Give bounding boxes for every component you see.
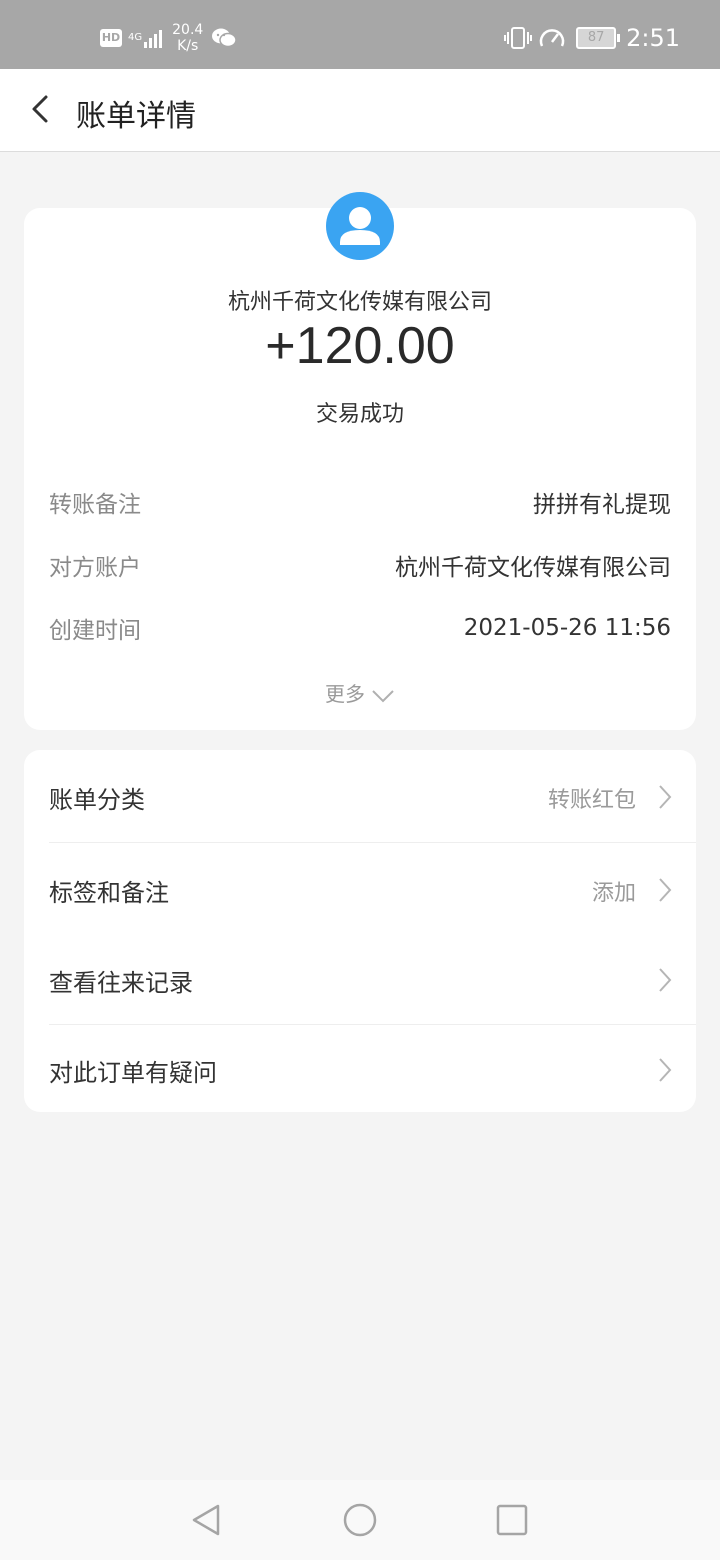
detail-label: 对方账户 xyxy=(49,555,141,581)
clock: 2:51 xyxy=(626,24,680,52)
detail-row-account: 对方账户 杭州千荷文化传媒有限公司 xyxy=(49,548,671,582)
menu-item-question[interactable]: 对此订单有疑问 xyxy=(24,1025,696,1112)
menu-item-label: 账单分类 xyxy=(49,786,145,814)
status-right: 87 2:51 xyxy=(504,24,680,52)
chevron-right-icon xyxy=(659,878,672,902)
transaction-card: 杭州千荷文化传媒有限公司 +120.00 交易成功 转账备注 拼拼有礼提现 对方… xyxy=(24,192,696,730)
network-speed: 20.4 K/s xyxy=(172,22,203,54)
detail-label: 创建时间 xyxy=(49,618,141,644)
menu-card: 账单分类 转账红包 标签和备注 添加 查看往来记录 对此订单有疑问 xyxy=(24,750,696,1112)
back-button[interactable] xyxy=(22,89,62,129)
detail-value: 杭州千荷文化传媒有限公司 xyxy=(395,555,671,581)
more-label: 更多 xyxy=(325,682,365,706)
chevron-right-icon xyxy=(659,1058,672,1082)
user-icon xyxy=(340,207,380,245)
transaction-status: 交易成功 xyxy=(315,402,404,427)
detail-row-time: 创建时间 2021-05-26 11:56 xyxy=(49,611,671,645)
menu-item-tags[interactable]: 标签和备注 添加 xyxy=(24,843,696,935)
menu-item-category[interactable]: 账单分类 转账红包 xyxy=(24,750,696,842)
amount: +120.00 xyxy=(265,317,455,375)
hd-badge: HD xyxy=(100,29,122,47)
detail-value: 2021-05-26 11:56 xyxy=(463,615,671,641)
nav-recents-icon[interactable] xyxy=(494,1502,530,1538)
avatar xyxy=(326,192,394,260)
wechat-icon xyxy=(212,28,238,48)
signal-icon xyxy=(144,28,164,48)
speed-unit: K/s xyxy=(177,38,199,54)
system-nav-bar xyxy=(0,1480,720,1560)
nav-back-icon[interactable] xyxy=(188,1502,224,1538)
page-title: 账单详情 xyxy=(76,99,196,134)
menu-item-label: 对此订单有疑问 xyxy=(49,1059,217,1087)
vibrate-icon xyxy=(504,27,533,49)
detail-label: 转账备注 xyxy=(49,492,141,518)
app-header: 账单详情 xyxy=(0,69,720,152)
merchant-name: 杭州千荷文化传媒有限公司 xyxy=(227,290,492,315)
speed-value: 20.4 xyxy=(172,22,204,38)
menu-item-value: 转账红包 xyxy=(547,788,636,813)
network-type: 4G xyxy=(128,32,143,43)
menu-item-value: 添加 xyxy=(591,881,636,906)
status-bar: HD 4G 20.4 K/s 87 2:51 xyxy=(0,0,720,69)
menu-item-label: 标签和备注 xyxy=(49,879,169,907)
chevron-right-icon xyxy=(659,785,672,809)
battery-indicator: 87 xyxy=(576,27,621,49)
menu-item-history[interactable]: 查看往来记录 xyxy=(24,935,696,1023)
status-left: HD 4G 20.4 K/s xyxy=(100,22,238,54)
chevron-right-icon xyxy=(659,968,672,992)
speedometer-icon xyxy=(539,29,565,47)
menu-item-label: 查看往来记录 xyxy=(49,969,193,997)
chevron-left-icon xyxy=(32,95,48,123)
chevron-down-icon xyxy=(372,689,394,702)
detail-value: 拼拼有礼提现 xyxy=(533,492,671,518)
detail-row-note: 转账备注 拼拼有礼提现 xyxy=(49,485,671,519)
more-toggle[interactable]: 更多 xyxy=(24,678,696,707)
nav-home-icon[interactable] xyxy=(342,1502,378,1538)
